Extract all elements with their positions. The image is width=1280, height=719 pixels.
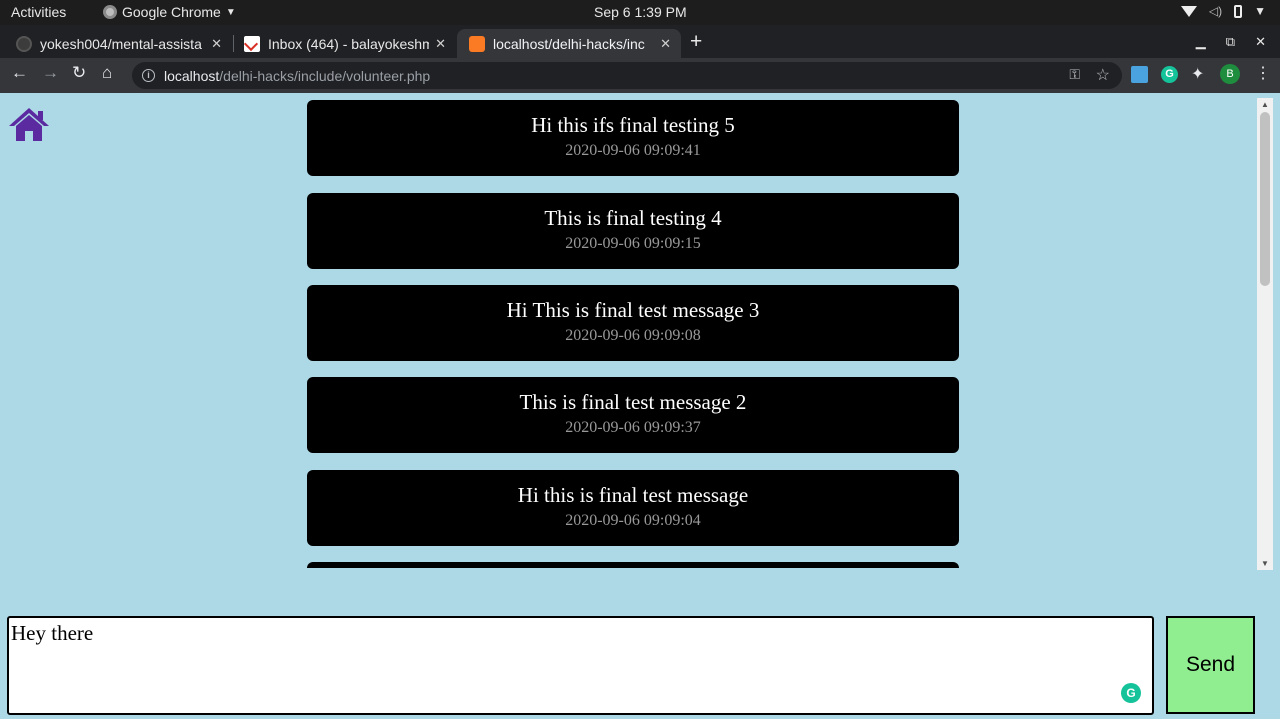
app-menu[interactable]: Google Chrome ▼ [103, 4, 236, 20]
forward-icon[interactable]: → [42, 63, 59, 83]
volume-icon: ◁) [1208, 4, 1223, 18]
close-tab-icon[interactable]: ✕ [660, 36, 671, 52]
caret-down-icon: ▼ [225, 6, 236, 18]
tab-title: Inbox (464) - balayokeshm [268, 35, 430, 52]
scrollbar-thumb[interactable] [1260, 112, 1270, 286]
scroll-up-icon[interactable]: ▲ [1261, 100, 1269, 109]
system-menu[interactable]: ◁) ▼ [1180, 4, 1266, 18]
message-timestamp: 2020-09-06 09:09:04 [565, 512, 701, 529]
chrome-icon [103, 5, 117, 19]
tab-gmail[interactable]: Inbox (464) - balayokeshm ✕ [232, 29, 456, 58]
message-card: Hi This is final test message 3 2020-09-… [307, 285, 959, 361]
clock[interactable]: Sep 6 1:39 PM [594, 4, 687, 20]
kebab-menu-icon[interactable]: ⋮ [1255, 63, 1271, 83]
close-window-icon[interactable]: ✕ [1255, 34, 1266, 50]
gmail-icon [244, 35, 260, 52]
caret-down-icon: ▼ [1254, 4, 1266, 18]
message-text: Hi This is final test message 3 [506, 298, 760, 322]
message-timestamp: 2020-09-06 09:09:08 [565, 327, 701, 344]
restore-icon[interactable]: ⧉ [1226, 34, 1235, 50]
site-info-icon[interactable]: i [142, 69, 155, 82]
wifi-icon [1180, 5, 1197, 17]
grammarly-icon[interactable]: G [1121, 683, 1141, 703]
message-timestamp: 2020-09-06 09:09:41 [565, 142, 701, 159]
close-tab-icon[interactable]: ✕ [211, 36, 222, 52]
message-card: This is final testing 4 2020-09-06 09:09… [307, 193, 959, 269]
message-text: This is final testing 4 [544, 206, 722, 230]
extension-icon[interactable] [1131, 66, 1148, 83]
app-name: Google Chrome [122, 4, 221, 20]
tab-title: localhost/delhi-hacks/inc [493, 35, 645, 52]
activities-button[interactable]: Activities [11, 4, 66, 20]
message-text: This is final test message 2 [519, 390, 747, 414]
profile-avatar[interactable]: B [1220, 64, 1240, 84]
reload-icon[interactable]: ↻ [72, 63, 86, 83]
scrollbar[interactable]: ▲ ▼ [1257, 98, 1273, 570]
tab-github[interactable]: yokesh004/mental-assista ✕ [4, 29, 232, 58]
tab-localhost[interactable]: localhost/delhi-hacks/inc ✕ [457, 29, 681, 58]
message-card-partial [307, 562, 959, 568]
minimize-icon[interactable]: ▁ [1196, 34, 1206, 50]
message-card: Hi this ifs final testing 5 2020-09-06 0… [307, 100, 959, 176]
scroll-down-icon[interactable]: ▼ [1261, 559, 1269, 568]
message-input[interactable]: Hey there [7, 616, 1154, 715]
back-icon[interactable]: ← [11, 63, 28, 83]
message-list[interactable]: Hi this ifs final testing 5 2020-09-06 0… [0, 93, 1257, 568]
message-timestamp: 2020-09-06 09:09:37 [565, 419, 701, 436]
url-host: localhost [164, 67, 220, 84]
url-path: /delhi-hacks/include/volunteer.php [219, 67, 431, 84]
new-tab-button[interactable]: + [690, 30, 702, 54]
message-text: Hi this is final test message [517, 483, 749, 507]
xampp-icon [469, 35, 485, 52]
bookmark-star-icon[interactable]: ☆ [1096, 65, 1110, 85]
extensions-puzzle-icon[interactable]: ✦ [1191, 64, 1204, 84]
tab-strip: yokesh004/mental-assista ✕ Inbox (464) -… [0, 25, 1280, 58]
window-controls: ▁ ⧉ ✕ [1196, 25, 1280, 58]
browser-toolbar: ← → ↻ ⌂ i localhost/delhi-hacks/include/… [0, 58, 1280, 93]
message-text: Hi this ifs final testing 5 [531, 113, 735, 137]
battery-icon [1234, 4, 1243, 18]
message-timestamp: 2020-09-06 09:09:15 [565, 235, 701, 252]
key-icon[interactable]: ⚿ [1069, 66, 1080, 83]
page-content: Hi this ifs final testing 5 2020-09-06 0… [0, 93, 1280, 719]
github-icon [16, 35, 32, 52]
home-button-icon[interactable]: ⌂ [102, 63, 112, 83]
message-card: This is final test message 2 2020-09-06 … [307, 377, 959, 453]
grammarly-extension-icon[interactable]: G [1161, 66, 1178, 83]
send-button[interactable]: Send [1166, 616, 1255, 714]
os-top-bar: Activities Google Chrome ▼ Sep 6 1:39 PM… [0, 0, 1280, 25]
address-bar[interactable]: i localhost/delhi-hacks/include/voluntee… [132, 62, 1122, 89]
tab-title: yokesh004/mental-assista [40, 35, 202, 52]
message-card: Hi this is final test message 2020-09-06… [307, 470, 959, 546]
close-tab-icon[interactable]: ✕ [435, 36, 446, 52]
